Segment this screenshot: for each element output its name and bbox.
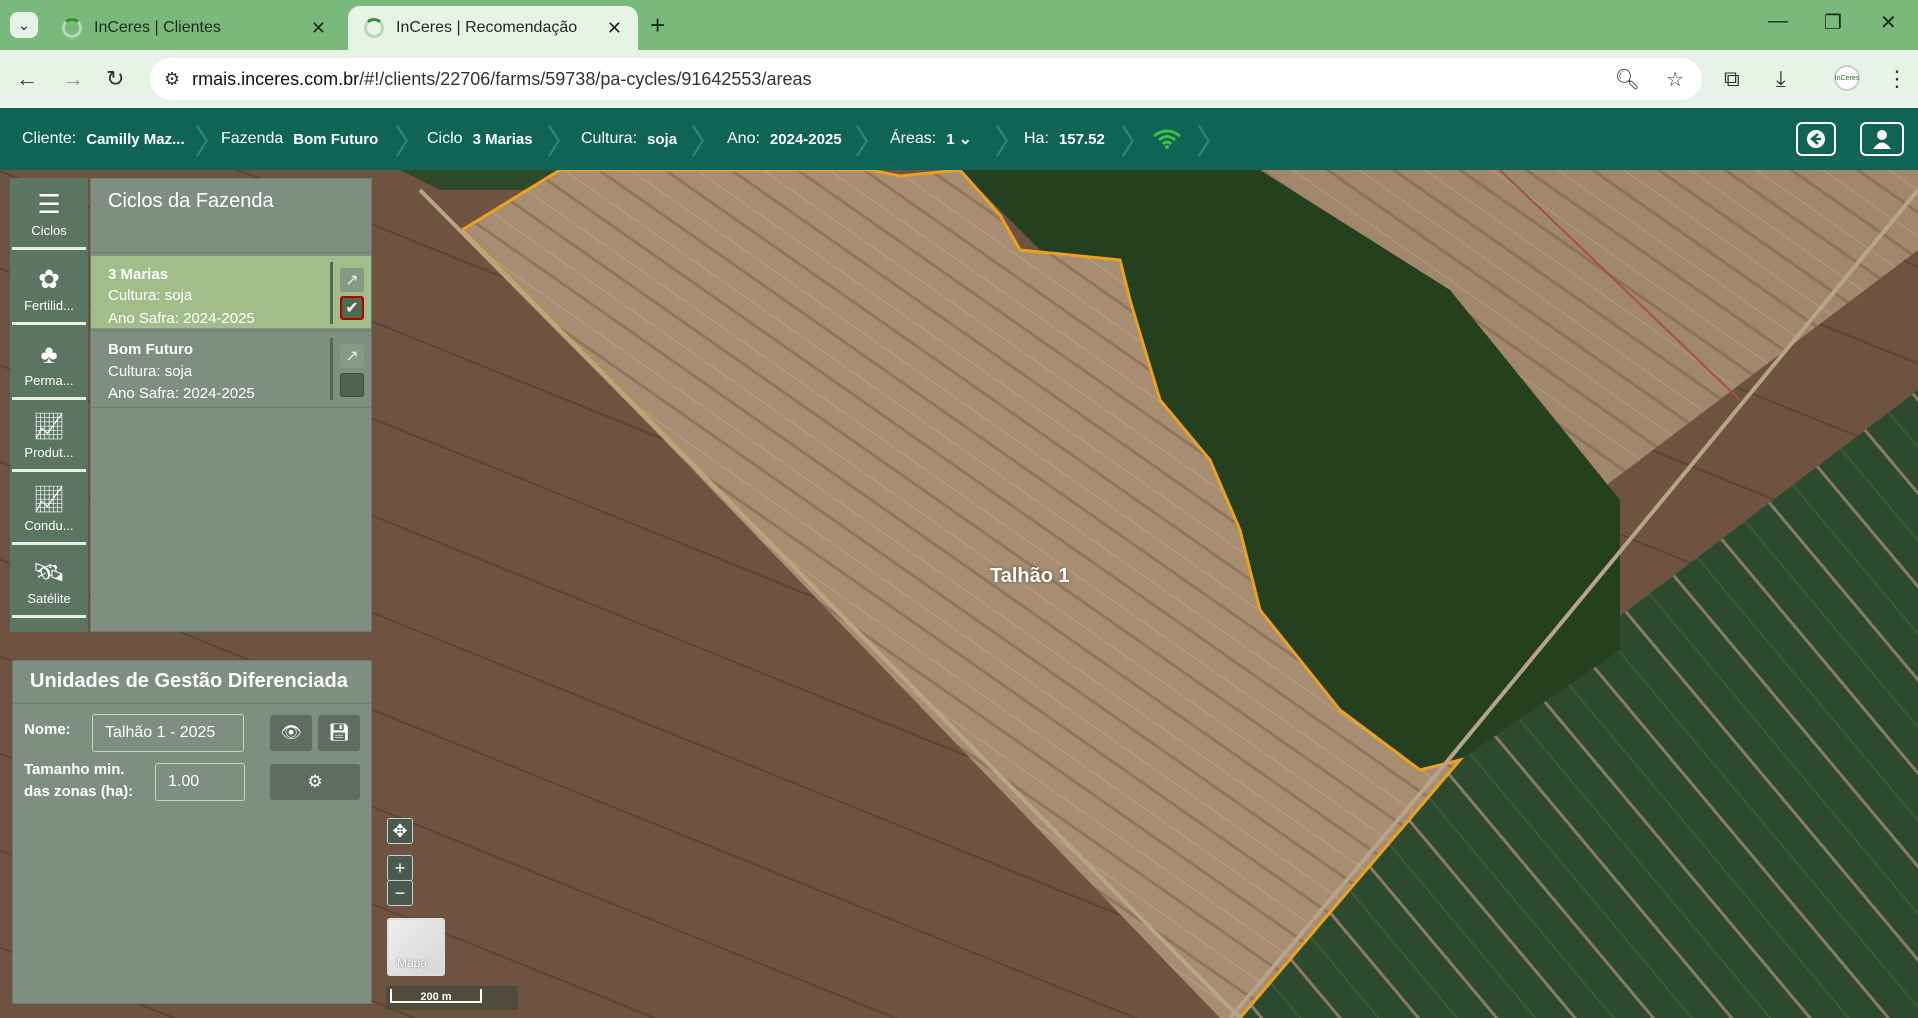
- tab-title: InCeres | Recomendação: [396, 19, 578, 36]
- eye-icon: 👁︎: [280, 723, 302, 742]
- generate-zones-button[interactable]: ⚙: [270, 764, 360, 800]
- cycle-ano: Ano Safra: 2024-2025: [108, 310, 255, 327]
- breadcrumb-ano[interactable]: Ano: 2024-2025: [727, 108, 842, 170]
- browser-tab-clientes[interactable]: InCeres | Clientes ✕: [46, 6, 342, 50]
- breadcrumb-separator-icon: 〉: [546, 123, 580, 162]
- tab-search-dropdown-icon[interactable]: ⌄: [10, 12, 38, 38]
- extensions-icon[interactable]: ⧉: [1724, 66, 1740, 92]
- tamanho-min-input[interactable]: [155, 763, 245, 801]
- zoom-in-button[interactable]: +: [387, 855, 413, 881]
- open-cycle-link-icon[interactable]: ↗: [340, 268, 364, 292]
- reload-icon[interactable]: ↻: [106, 66, 124, 92]
- zoom-icon[interactable]: 🔍︎: [1615, 67, 1640, 92]
- cycles-panel-title: Ciclos da Fazenda: [108, 190, 274, 212]
- close-tab-icon[interactable]: ✕: [311, 18, 326, 39]
- chevron-down-icon: ⌄: [958, 131, 972, 148]
- satellite-icon: 🛰︎: [32, 557, 66, 587]
- breadcrumb-areas[interactable]: Áreas: 1 ⌄: [890, 108, 972, 170]
- browser-tab-recomendacao[interactable]: InCeres | Recomendação ✕: [348, 6, 638, 50]
- nome-label: Nome:: [24, 721, 71, 738]
- breadcrumb-cultura[interactable]: Cultura: soja: [581, 108, 677, 170]
- wifi-connected-icon: [1152, 128, 1182, 155]
- breadcrumb-cliente[interactable]: Cliente: Camilly Maz...: [22, 108, 185, 170]
- download-icon[interactable]: ⤓: [1776, 66, 1786, 92]
- close-window-icon[interactable]: ✕: [1880, 10, 1897, 35]
- tamanho-label-line1: Tamanho min.: [24, 761, 125, 778]
- breadcrumb-separator-icon: 〉: [394, 123, 428, 162]
- fertility-icon: ✿: [38, 264, 60, 294]
- bookmark-star-icon[interactable]: ☆: [1666, 67, 1684, 92]
- save-button[interactable]: 💾︎: [318, 715, 360, 751]
- preview-button[interactable]: 👁︎: [270, 715, 312, 751]
- user-icon: [1873, 130, 1891, 149]
- cycle-name: Bom Futuro: [108, 341, 193, 358]
- field-label[interactable]: Talhão 1: [990, 565, 1070, 588]
- cycle-cultura: Cultura: soja: [108, 287, 193, 304]
- open-cycle-link-icon[interactable]: ↗: [340, 344, 364, 368]
- cycle-cultura: Cultura: soja: [108, 363, 193, 380]
- loading-favicon-icon: [62, 18, 82, 38]
- tab-title: InCeres | Clientes: [94, 19, 221, 36]
- more-menu-icon[interactable]: ⋮: [1886, 66, 1908, 92]
- ugd-panel-title: Unidades de Gestão Diferenciada: [30, 670, 348, 692]
- breadcrumb-separator-icon: 〉: [1120, 123, 1154, 162]
- breadcrumb-ha: Ha: 157.52: [1024, 130, 1105, 148]
- forward-icon[interactable]: →: [62, 66, 84, 92]
- move-arrows-icon: ✥: [392, 820, 408, 841]
- minimize-window-icon[interactable]: —: [1768, 10, 1788, 33]
- divider: [90, 407, 372, 408]
- back-icon[interactable]: ←: [16, 66, 38, 92]
- divider: [12, 703, 372, 704]
- nome-input[interactable]: [92, 714, 244, 752]
- floppy-disk-icon: 💾︎: [328, 723, 350, 742]
- menu-item-permanente[interactable]: ♣ Perma...: [12, 330, 86, 400]
- cycle-name: 3 Marias: [108, 266, 169, 283]
- breadcrumb-separator-icon: 〉: [994, 123, 1028, 162]
- divider: [90, 252, 372, 253]
- chart-line-icon: 📈︎: [32, 484, 66, 514]
- breadcrumb-ciclo[interactable]: Ciclo 3 Marias: [427, 108, 533, 170]
- cycle-checkbox-checked[interactable]: ✔: [340, 296, 364, 320]
- menu-item-satelite[interactable]: 🛰︎ Satélite: [12, 548, 86, 618]
- menu-item-fertilidade[interactable]: ✿ Fertilid...: [12, 255, 86, 325]
- back-arrow-button[interactable]: [1796, 122, 1836, 156]
- breadcrumb-separator-icon: 〉: [1196, 123, 1230, 162]
- url-text[interactable]: rmais.inceres.com.br/#!/clients/22706/fa…: [192, 69, 811, 90]
- cycle-separator: [330, 262, 333, 324]
- breadcrumb-separator-icon: 〉: [854, 123, 888, 162]
- breadcrumb-separator-icon: 〉: [690, 123, 724, 162]
- new-tab-button[interactable]: +: [650, 10, 665, 41]
- site-settings-icon[interactable]: ⚙: [164, 69, 180, 90]
- ugd-panel: [12, 660, 372, 1004]
- cycle-separator: [330, 338, 333, 400]
- arrow-left-icon: [1807, 130, 1825, 148]
- loading-favicon-icon: [364, 18, 384, 38]
- address-bar[interactable]: ⚙ rmais.inceres.com.br/#!/clients/22706/…: [150, 58, 1702, 100]
- pan-move-button[interactable]: ✥: [387, 818, 413, 844]
- gears-icon: ⚙: [307, 772, 323, 791]
- list-icon: ☰: [37, 189, 61, 219]
- chart-line-icon: 📈︎: [32, 411, 66, 441]
- close-tab-icon[interactable]: ✕: [607, 18, 622, 39]
- profile-avatar[interactable]: InCeres: [1834, 65, 1860, 91]
- restore-window-icon[interactable]: ❐: [1824, 10, 1842, 35]
- tamanho-label-line2: das zonas (ha):: [24, 783, 134, 800]
- divider: [90, 330, 372, 331]
- breadcrumb-fazenda[interactable]: Fazenda Bom Futuro: [221, 108, 378, 170]
- cycles-panel: [90, 178, 372, 632]
- menu-item-produtividade[interactable]: 📈︎ Produt...: [12, 402, 86, 472]
- basemap-switcher[interactable]: Mapa: [387, 918, 445, 976]
- cycle-ano: Ano Safra: 2024-2025: [108, 385, 255, 402]
- scale-label: 200 m: [420, 991, 452, 1003]
- menu-item-condutividade[interactable]: 📈︎ Condu...: [12, 475, 86, 545]
- user-profile-button[interactable]: [1860, 122, 1904, 156]
- zoom-out-button[interactable]: −: [387, 880, 413, 906]
- menu-item-ciclos[interactable]: ☰ Ciclos: [12, 180, 86, 250]
- cycle-checkbox-unchecked[interactable]: [340, 373, 364, 397]
- plants-icon: ♣: [40, 339, 58, 369]
